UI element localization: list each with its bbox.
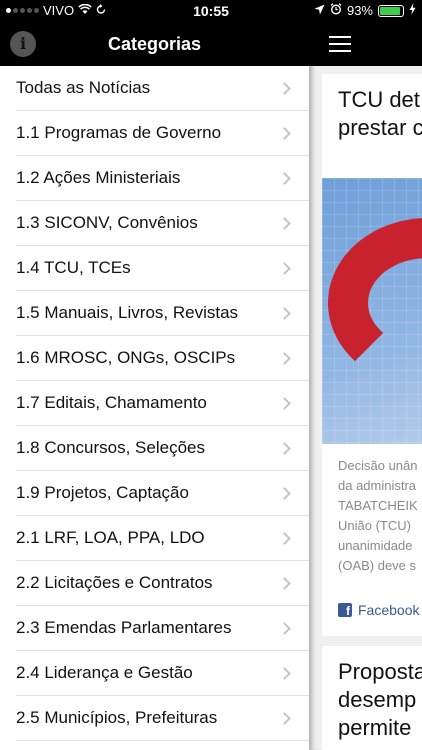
battery-percent: 93% [346, 3, 373, 18]
excerpt-line: União (TCU) [338, 518, 411, 533]
chevron-right-icon [278, 531, 291, 545]
chevron-right-icon [278, 486, 291, 500]
excerpt-line: TABATCHEIK [338, 498, 418, 513]
charging-icon [409, 3, 416, 18]
category-item[interactable]: Todas as Notícias [16, 66, 309, 111]
category-item[interactable]: 2.4 Liderança e Gestão [16, 651, 309, 696]
alarm-icon [330, 3, 342, 18]
battery-icon [378, 4, 404, 17]
drawer-header: i Categorias [0, 22, 309, 66]
category-label: 2.4 Liderança e Gestão [16, 663, 193, 682]
chevron-right-icon [278, 441, 291, 455]
category-label: Todas as Notícias [16, 78, 151, 97]
category-item[interactable]: 1.5 Manuais, Livros, Revistas [16, 291, 309, 336]
category-item[interactable]: 1.3 SICONV, Convênios [16, 201, 309, 246]
news-card-title[interactable]: Proposta desemp permite [322, 646, 422, 742]
news-card[interactable]: TCU det prestar c Decisão unân da admini… [322, 74, 422, 636]
title-line: desemp [338, 687, 417, 712]
chevron-right-icon [278, 171, 291, 185]
facebook-icon: f [338, 603, 352, 618]
chevron-right-icon [278, 621, 291, 635]
category-label: 1.4 TCU, TCEs [16, 258, 131, 277]
category-item[interactable]: 1.6 MROSC, ONGs, OSCIPs [16, 336, 309, 381]
category-item[interactable]: 1.8 Concursos, Seleções [16, 426, 309, 471]
category-label: 1.5 Manuais, Livros, Revistas [16, 303, 239, 322]
category-item[interactable]: 2.1 LRF, LOA, PPA, LDO [16, 516, 309, 561]
status-right: 93% [314, 3, 416, 18]
category-label: 1.9 Projetos, Captação [16, 483, 189, 502]
news-card[interactable]: Proposta desemp permite [322, 646, 422, 750]
category-label: 1.8 Concursos, Seleções [16, 438, 205, 457]
feed-header [309, 22, 422, 66]
news-card-image[interactable] [322, 178, 422, 444]
category-label: 1.1 Programas de Governo [16, 123, 222, 142]
excerpt-line: Decisão unân [338, 458, 418, 473]
chevron-right-icon [278, 576, 291, 590]
share-label: Facebook [358, 602, 420, 618]
category-label: 1.6 MROSC, ONGs, OSCIPs [16, 348, 236, 367]
category-label: 2.3 Emendas Parlamentares [16, 618, 232, 637]
category-item[interactable]: 2.5 Municípios, Prefeituras [16, 696, 309, 741]
chevron-right-icon [278, 261, 291, 275]
category-list: Todas as Notícias 1.1 Programas de Gover… [0, 66, 309, 741]
category-item[interactable]: 2.3 Emendas Parlamentares [16, 606, 309, 651]
category-item[interactable]: 1.1 Programas de Governo [16, 111, 309, 156]
category-label: 1.7 Editais, Chamamento [16, 393, 207, 412]
title-line: prestar c [338, 115, 422, 140]
chevron-right-icon [278, 216, 291, 230]
facebook-share-button[interactable]: f Facebook [338, 602, 419, 618]
chevron-right-icon [278, 126, 291, 140]
chevron-right-icon [278, 351, 291, 365]
category-label: 1.2 Ações Ministeriais [16, 168, 181, 187]
chevron-right-icon [278, 711, 291, 725]
category-label: 2.2 Licitações e Contratos [16, 573, 213, 592]
chevron-right-icon [278, 396, 291, 410]
drawer-title: Categorias [107, 34, 202, 54]
chevron-right-icon [278, 666, 291, 680]
excerpt-line: unanimidade [338, 538, 413, 553]
news-card-excerpt: Decisão unân da administra TABATCHEIK Un… [338, 456, 422, 576]
hamburger-menu-icon[interactable] [329, 36, 351, 52]
news-feed-panel[interactable]: TCU det prestar c Decisão unân da admini… [309, 22, 422, 750]
location-icon [314, 3, 325, 18]
chevron-right-icon [278, 306, 291, 320]
status-bar: VIVO 10:55 93% [0, 0, 422, 22]
chevron-right-icon [278, 81, 291, 95]
title-line: permite [338, 715, 412, 740]
category-item[interactable]: 1.7 Editais, Chamamento [16, 381, 309, 426]
category-item[interactable]: 1.4 TCU, TCEs [16, 246, 309, 291]
category-label: 2.1 LRF, LOA, PPA, LDO [16, 528, 205, 547]
category-item[interactable]: 1.9 Projetos, Captação [16, 471, 309, 516]
excerpt-line: da administra [338, 478, 417, 493]
category-item[interactable]: 2.2 Licitações e Contratos [16, 561, 309, 606]
category-label: 1.3 SICONV, Convênios [16, 213, 198, 232]
category-label: 2.5 Municípios, Prefeituras [16, 708, 218, 727]
excerpt-line: (OAB) deve s [338, 558, 417, 573]
category-item[interactable]: 1.2 Ações Ministeriais [16, 156, 309, 201]
title-line: Proposta [338, 659, 422, 684]
categories-drawer: i Categorias Todas as Notícias 1.1 Progr… [0, 22, 309, 750]
news-card-title[interactable]: TCU det prestar c [322, 74, 422, 142]
title-line: TCU det [338, 87, 420, 112]
